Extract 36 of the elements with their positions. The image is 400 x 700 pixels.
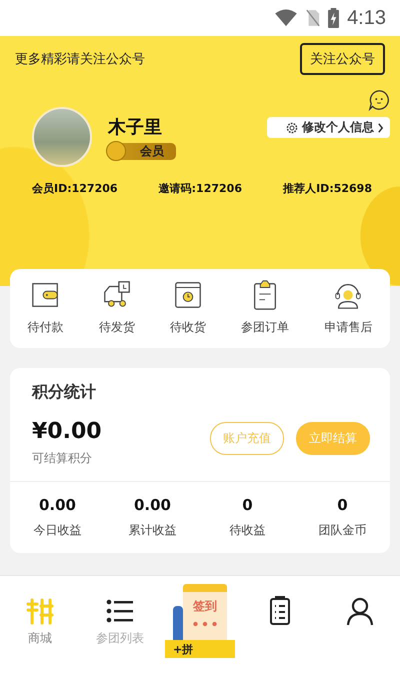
points-caption: 可结算积分 (32, 450, 93, 467)
order-status-item[interactable]: 申请售后 (324, 279, 372, 336)
order-status-item[interactable]: 待付款 (28, 279, 64, 336)
clock-time: 4:13 (347, 6, 386, 30)
member-badge: 会员 (108, 142, 176, 160)
follow-prompt: 更多精彩请关注公众号 (15, 51, 145, 68)
stat-label: 待收益 (230, 522, 266, 539)
order-status-item[interactable]: 待发货 (98, 279, 135, 336)
wifi-icon (274, 9, 298, 27)
sign-in-drawing[interactable]: 签到 +拼 (165, 584, 235, 664)
edit-profile-button[interactable]: 修改个人信息 (267, 117, 390, 138)
points-amount: ¥0.00 (32, 419, 102, 444)
stat-value: 0 (337, 496, 348, 514)
stat-value: 0.00 (134, 496, 171, 514)
chevron-right-icon (377, 122, 384, 132)
order-status-item[interactable]: 参团订单 (241, 279, 290, 336)
settings-icon (285, 120, 299, 134)
battery-icon (328, 8, 340, 28)
stat-value: 0.00 (38, 496, 76, 514)
user-name: 木子里 (108, 116, 163, 138)
stat-label: 今日收益 (34, 522, 82, 539)
account-id-text: 推荐人ID:52698 (283, 181, 372, 196)
follow-button[interactable]: 关注公众号 (300, 43, 385, 75)
account-id-text: 会员ID:127206 (32, 181, 118, 196)
account-id-text: 邀请码:127206 (158, 181, 242, 196)
hash-glyph-icon (25, 596, 55, 626)
stat-label: 团队金币 (318, 522, 366, 539)
person-tab[interactable] (345, 596, 375, 626)
mall-tab[interactable]: 商城 (25, 596, 55, 647)
no-sim-icon (306, 9, 320, 27)
stat-value: 0 (242, 496, 253, 514)
section-title: 积分统计 (32, 382, 97, 403)
chat-icon[interactable] (368, 89, 390, 111)
person-icon (345, 596, 375, 626)
stat-label: 累计收益 (128, 522, 176, 539)
order-status-item[interactable]: 待收货 (170, 279, 206, 336)
